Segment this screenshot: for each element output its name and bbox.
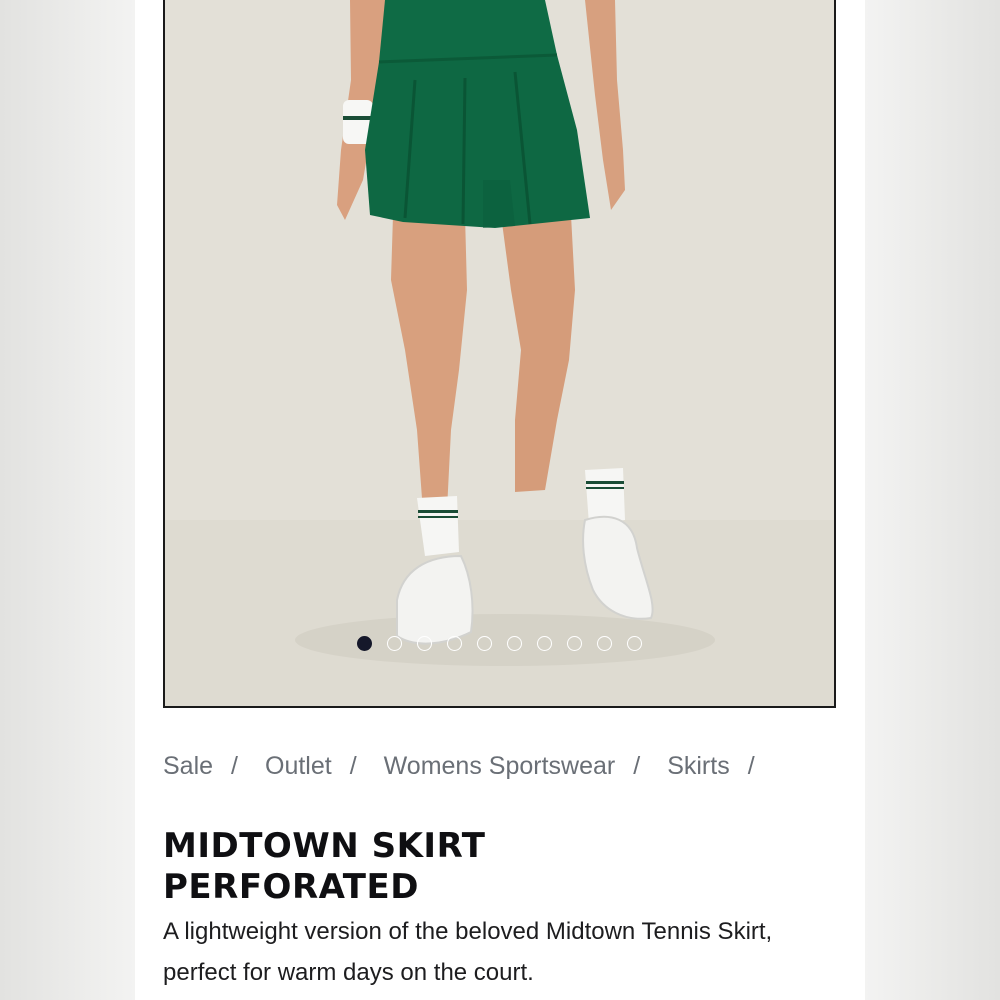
- breadcrumb-separator: /: [747, 752, 755, 780]
- gallery-dot-2[interactable]: [387, 636, 402, 651]
- product-page: Sale / Outlet / Womens Sportswear / Skir…: [135, 0, 865, 1000]
- gallery-dot-1[interactable]: [357, 636, 372, 651]
- gallery-dot-4[interactable]: [447, 636, 462, 651]
- left-margin: [0, 0, 135, 1000]
- breadcrumb-link-skirts[interactable]: Skirts: [667, 752, 730, 781]
- product-description: A lightweight version of the beloved Mid…: [163, 918, 773, 986]
- product-photo: [165, 0, 834, 706]
- gallery-dot-9[interactable]: [597, 636, 612, 651]
- gallery-dot-3[interactable]: [417, 636, 432, 651]
- breadcrumb: Sale / Outlet / Womens Sportswear / Skir…: [163, 752, 782, 781]
- product-title: MIDTOWN SKIRT PERFORATED: [163, 826, 485, 908]
- gallery-dot-5[interactable]: [477, 636, 492, 651]
- gallery-dot-8[interactable]: [567, 636, 582, 651]
- gallery-pagination: [165, 636, 834, 654]
- product-title-line2: PERFORATED: [163, 867, 419, 907]
- breadcrumb-separator: /: [231, 752, 238, 780]
- gallery-dot-6[interactable]: [507, 636, 522, 651]
- gallery-dot-10[interactable]: [627, 636, 642, 651]
- breadcrumb-link-sale[interactable]: Sale: [163, 752, 213, 781]
- breadcrumb-separator: /: [633, 752, 641, 780]
- breadcrumb-link-womens-sportswear[interactable]: Womens Sportswear: [384, 752, 616, 781]
- right-margin: [865, 0, 1000, 1000]
- breadcrumb-separator: /: [349, 752, 357, 780]
- gallery-dot-7[interactable]: [537, 636, 552, 651]
- product-image-gallery[interactable]: [163, 0, 836, 708]
- breadcrumb-link-outlet[interactable]: Outlet: [265, 752, 332, 781]
- product-title-line1: MIDTOWN SKIRT: [163, 826, 486, 866]
